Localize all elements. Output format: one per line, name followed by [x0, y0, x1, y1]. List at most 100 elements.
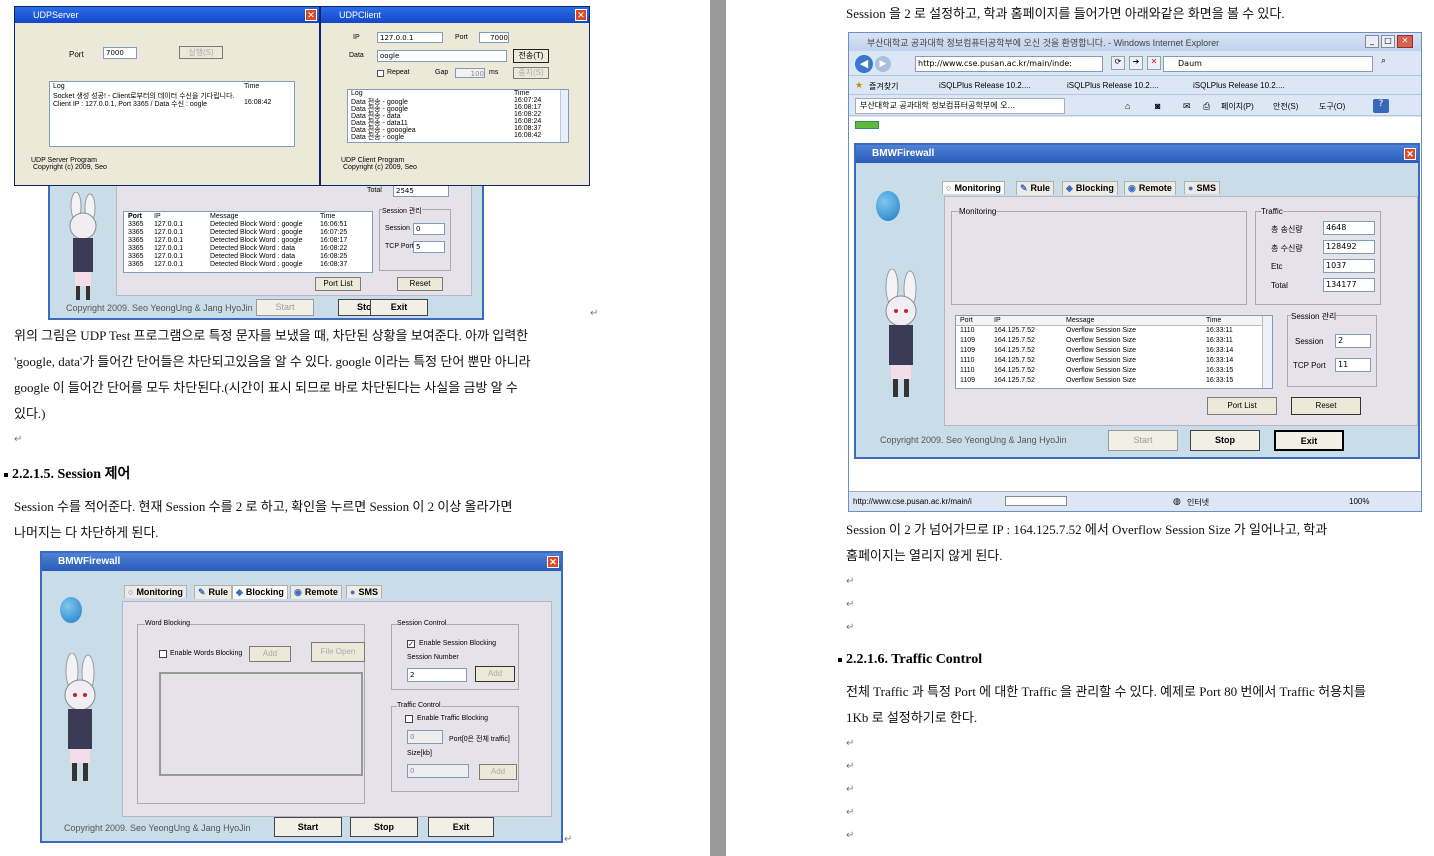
ie-zoom[interactable]: 100%	[1349, 497, 1369, 506]
udpclient-repeat-checkbox[interactable]	[377, 70, 384, 77]
traffic-add-button[interactable]: Add	[479, 764, 517, 780]
traffic-value-field[interactable]: 4648	[1323, 221, 1375, 235]
forward-icon[interactable]: ▶	[875, 56, 891, 72]
bg-fw-exit-button[interactable]: Exit	[370, 299, 428, 316]
log-header-row	[956, 316, 1272, 326]
tab-rule[interactable]: ✎ Rule	[1016, 181, 1055, 195]
close-icon[interactable]: ✕	[575, 9, 587, 21]
tab-blocking[interactable]: ◆ Blocking	[1062, 181, 1118, 195]
right-fw-start-button[interactable]: Start	[1108, 430, 1178, 451]
stop-icon[interactable]: ✕	[1147, 56, 1161, 70]
bg-fw-session-field[interactable]: 0	[413, 223, 445, 235]
ie-tab[interactable]: 부산대학교 공과대학 정보컴퓨터공학부에 오...	[855, 98, 1065, 114]
left-fw-start-button[interactable]: Start	[274, 817, 342, 837]
refresh-icon[interactable]: ⟳	[1111, 56, 1125, 70]
help-icon[interactable]: ?	[1373, 99, 1389, 113]
safety-menu[interactable]: 안전(S)	[1273, 101, 1298, 112]
enable-words-checkbox[interactable]	[159, 650, 167, 658]
home-icon[interactable]: ⌂	[1125, 101, 1130, 111]
udpclient-ip-field[interactable]: 127.0.0.1	[377, 32, 443, 43]
udpclient-send-button[interactable]: 전송(T)	[513, 49, 549, 63]
session-control-group-label: Session Control	[397, 620, 447, 627]
close-icon[interactable]: ✕	[1397, 35, 1413, 48]
left-para2-line-2: 나머지는 다 차단하게 된다.	[14, 525, 159, 540]
udpclient-stop-button[interactable]: 중지(S)	[513, 67, 549, 79]
tcp-port-field[interactable]: 11	[1335, 358, 1371, 372]
reset-button[interactable]: Reset	[1291, 397, 1361, 415]
right-fw-stop-button[interactable]: Stop	[1190, 430, 1260, 451]
go-icon[interactable]: ➔	[1129, 56, 1143, 70]
udpclient-gap-field[interactable]: 100	[455, 68, 485, 78]
session-add-button[interactable]: Add	[475, 666, 515, 682]
tab-label: SMS	[1196, 183, 1216, 193]
port-list-button[interactable]: Port List	[1207, 397, 1277, 415]
ie-url-field[interactable]: http://www.cse.pusan.ac.kr/main/inde:	[915, 56, 1103, 72]
tab-remote[interactable]: ◉ Remote	[1124, 181, 1176, 195]
udpserver-log-list: Log Time Socket 생성 성공! - Client로부터의 데이터 …	[49, 81, 295, 147]
left-para2-line-1: Session 수를 적어준다. 현재 Session 수를 2 로 하고, 확…	[14, 499, 513, 514]
word-add-button[interactable]: Add	[249, 646, 291, 662]
udpserver-port-field[interactable]: 7000	[103, 47, 137, 59]
udpclient-data-field[interactable]: oogle	[377, 50, 507, 62]
favorites-label[interactable]: 즐겨찾기	[869, 81, 898, 92]
close-icon[interactable]: ✕	[1404, 148, 1416, 160]
fav-link-2[interactable]: iSQLPlus Release 10.2....	[1067, 81, 1159, 90]
left-fw-title: BMWFirewall	[58, 556, 121, 567]
word-file-open-button[interactable]: File Open	[311, 642, 365, 662]
traffic-value-field[interactable]: 1037	[1323, 259, 1375, 273]
page-menu[interactable]: 페이지(P)	[1221, 101, 1254, 112]
tab-sms[interactable]: ● SMS	[346, 585, 382, 598]
mascot-girl-image	[54, 191, 112, 302]
tools-menu[interactable]: 도구(O)	[1319, 101, 1345, 112]
udpclient-ip-label: IP	[353, 34, 360, 41]
traffic-value-field[interactable]: 128492	[1323, 240, 1375, 254]
left-fw-stop-button[interactable]: Stop	[350, 817, 418, 837]
tab-monitoring[interactable]: ○ Monitoring	[942, 181, 1005, 194]
session-field[interactable]: 2	[1335, 334, 1371, 348]
feed-icon[interactable]: ◙	[1155, 101, 1160, 111]
enable-traffic-checkbox[interactable]	[405, 715, 413, 723]
udpserver-start-button[interactable]: 실행(S)	[179, 46, 223, 59]
udpclient-port-field[interactable]: 7000	[479, 32, 509, 43]
close-icon[interactable]: ✕	[305, 9, 317, 21]
tab-label: Rule	[208, 587, 229, 597]
bg-fw-reset-button[interactable]: Reset	[397, 277, 443, 291]
bg-fw-tcp-field[interactable]: 5	[413, 241, 445, 253]
traffic-port-field[interactable]: 0	[407, 730, 443, 744]
bg-fw-portlist-button[interactable]: Port List	[315, 277, 361, 291]
blocked-words-list[interactable]	[159, 672, 363, 776]
udpclient-scrollbar[interactable]	[560, 90, 568, 142]
tab-monitoring[interactable]: ○ Monitoring	[124, 585, 187, 598]
bg-fw-start-button[interactable]: Start	[256, 299, 314, 316]
session-number-field[interactable]: 2	[407, 668, 467, 682]
tab-blocking[interactable]: ◆ Blocking	[232, 585, 288, 599]
table-cell: Detected Block Word : google	[210, 237, 303, 244]
enable-session-checkbox[interactable]: ✓	[407, 640, 415, 648]
right-fw-exit-button[interactable]: Exit	[1274, 430, 1344, 451]
heading-bullet	[4, 472, 8, 477]
fav-link-3[interactable]: iSQLPlus Release 10.2....	[1193, 81, 1285, 90]
left-section-heading: 2.2.1.5. Session 제어	[4, 463, 130, 483]
minimize-icon[interactable]: _	[1365, 35, 1379, 48]
back-icon[interactable]: ◀	[855, 55, 873, 73]
left-fw-exit-button[interactable]: Exit	[428, 817, 494, 837]
traffic-value-field[interactable]: 134177	[1323, 278, 1375, 292]
udpserver-footer-1: UDP Server Program	[31, 157, 98, 164]
fav-link-1[interactable]: iSQLPlus Release 10.2....	[939, 81, 1031, 90]
log-scrollbar[interactable]	[1262, 316, 1272, 388]
tab-sms[interactable]: ● SMS	[1184, 181, 1220, 194]
print-icon[interactable]: ⎙	[1203, 101, 1210, 112]
favorites-star-icon[interactable]: ★	[855, 80, 863, 91]
search-icon[interactable]: ⌕	[1381, 56, 1395, 70]
traffic-size-field[interactable]: 0	[407, 764, 469, 778]
sms-icon: ●	[350, 587, 356, 597]
page-green-button[interactable]	[855, 121, 879, 129]
mail-icon[interactable]: ✉	[1183, 101, 1191, 112]
ie-search-field[interactable]: Daum	[1163, 56, 1373, 72]
tab-rule[interactable]: ✎ Rule	[194, 585, 233, 599]
tab-label: SMS	[358, 587, 378, 597]
close-icon[interactable]: ✕	[547, 556, 559, 568]
maximize-icon[interactable]: □	[1381, 35, 1395, 48]
bg-fw-total-field[interactable]: 2545	[393, 185, 449, 197]
tab-remote[interactable]: ◉ Remote	[290, 585, 342, 599]
